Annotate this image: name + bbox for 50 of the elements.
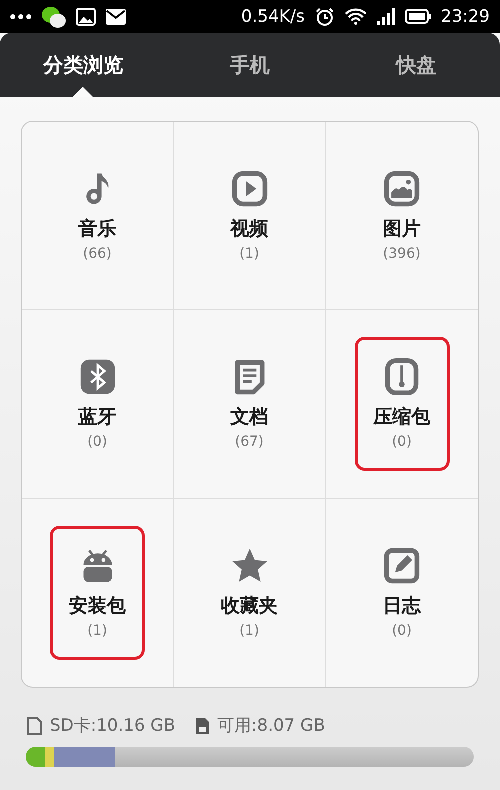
sd-card-icon bbox=[194, 716, 210, 734]
category-name: 收藏夹 bbox=[221, 594, 278, 619]
alarm-clock-icon bbox=[315, 8, 335, 26]
category-tile[interactable]: 图片 (396) bbox=[326, 122, 478, 310]
category-name: 安装包 bbox=[69, 594, 126, 619]
tab[interactable]: 分类浏览 bbox=[0, 33, 167, 97]
category-tile[interactable]: 蓝牙 (0) bbox=[22, 310, 174, 499]
category-count: (67) bbox=[235, 434, 264, 450]
category-tile[interactable]: 文档 (67) bbox=[174, 310, 326, 499]
edit-note-icon bbox=[383, 546, 421, 585]
tab[interactable]: 手机 bbox=[166, 33, 334, 97]
category-tile[interactable]: 音乐 (66) bbox=[22, 122, 174, 310]
category-count: (396) bbox=[383, 246, 421, 262]
star-icon bbox=[230, 546, 268, 585]
category-count: (0) bbox=[392, 622, 412, 639]
image-icon bbox=[76, 8, 96, 26]
category-count: (0) bbox=[88, 434, 108, 450]
signal-icon bbox=[377, 8, 395, 25]
storage-total: SD卡:10.16 GB bbox=[50, 715, 176, 737]
category-tile[interactable]: 视频 (1) bbox=[174, 122, 326, 310]
sd-card-icon bbox=[26, 716, 42, 734]
storage-available: 可用:8.07 GB bbox=[218, 715, 326, 737]
category-name: 音乐 bbox=[78, 216, 116, 242]
play-icon bbox=[230, 170, 268, 208]
category-count: (66) bbox=[83, 246, 112, 262]
battery-icon bbox=[405, 9, 431, 24]
wifi-icon bbox=[345, 8, 367, 25]
category-count: (1) bbox=[240, 246, 260, 262]
category-tile[interactable]: 收藏夹 (1) bbox=[174, 498, 326, 687]
bluetooth-icon bbox=[78, 358, 116, 396]
chat-bubbles-icon bbox=[42, 6, 66, 28]
image-icon bbox=[383, 170, 421, 208]
mail-icon bbox=[106, 8, 126, 24]
more-dots-icon bbox=[10, 14, 32, 20]
category-count: (1) bbox=[88, 622, 108, 639]
category-name: 视频 bbox=[230, 216, 268, 242]
category-count: (1) bbox=[240, 622, 260, 639]
category-tile[interactable]: 日志 (0) bbox=[326, 498, 478, 687]
category-name: 蓝牙 bbox=[78, 404, 116, 430]
network-speed: 0.54K/s bbox=[241, 6, 305, 26]
category-name: 文档 bbox=[230, 404, 268, 430]
category-name: 压缩包 bbox=[374, 404, 430, 430]
category-name: 图片 bbox=[383, 216, 421, 242]
archive-icon bbox=[383, 358, 421, 396]
category-count: (0) bbox=[392, 434, 412, 450]
category-tile[interactable]: 压缩包 (0) bbox=[326, 310, 478, 499]
category-name: 日志 bbox=[383, 594, 421, 619]
clock-time: 23:29 bbox=[441, 6, 490, 26]
tab[interactable]: 快盘 bbox=[333, 33, 500, 97]
category-tile[interactable]: 安装包 (1) bbox=[22, 498, 174, 687]
